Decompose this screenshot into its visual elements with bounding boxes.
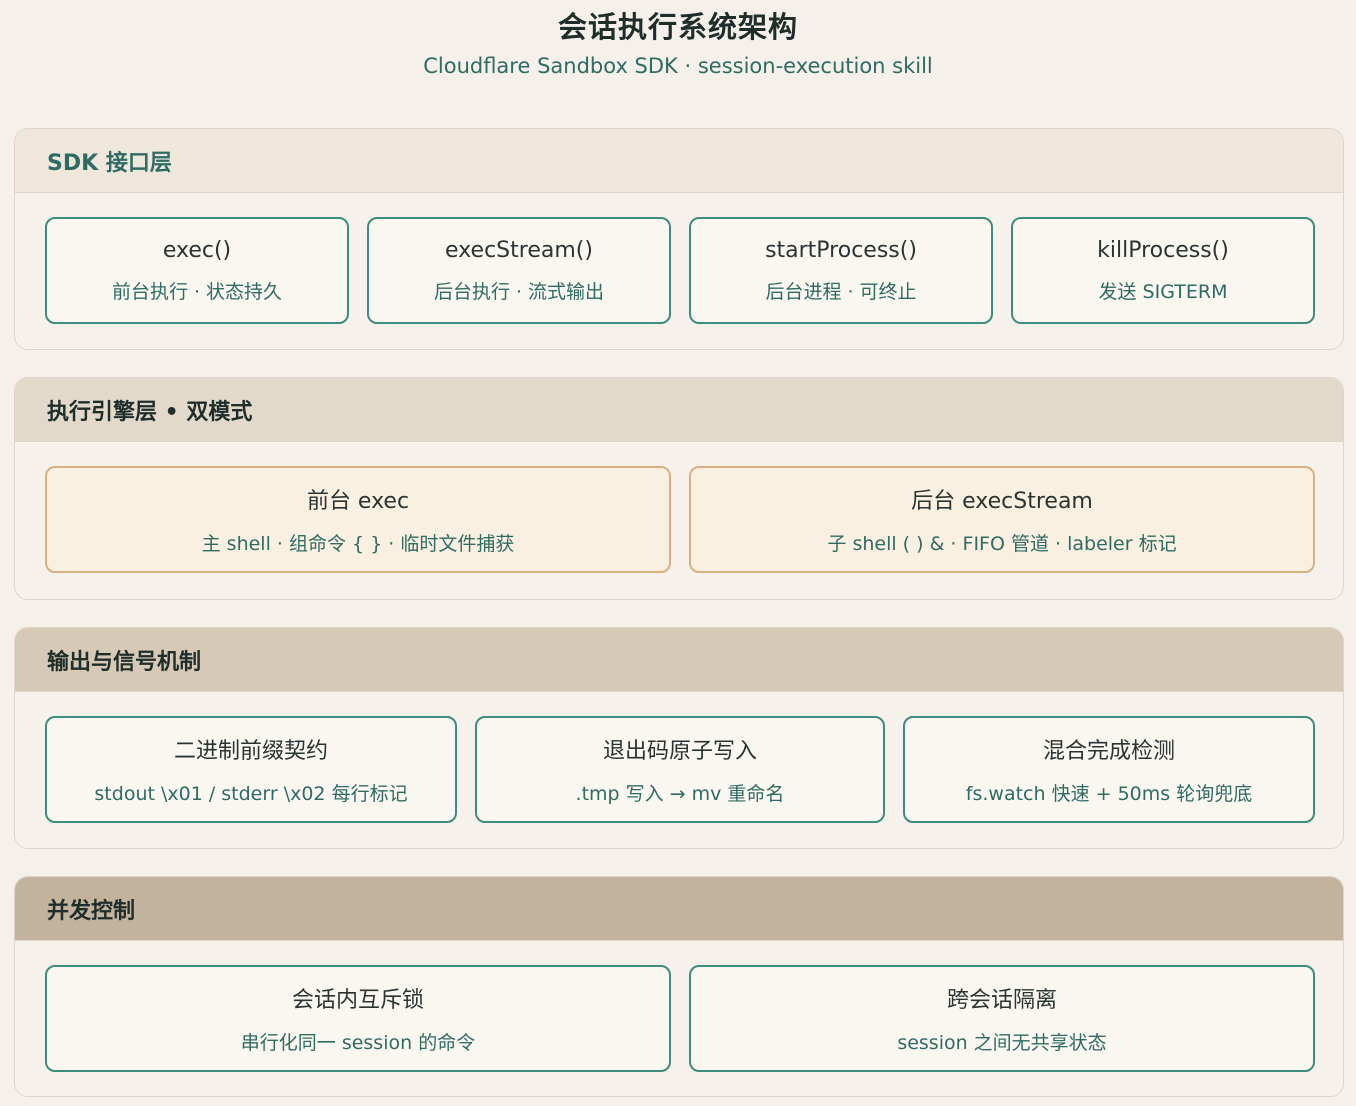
box-title: 前台 exec <box>306 489 410 514</box>
box-desc: session 之间无共享状态 <box>897 1032 1107 1054</box>
box-title: exec() <box>162 237 232 263</box>
layer-title: 执行引擎层 • 双模式 <box>15 378 1343 442</box>
box-desc: stdout \x01 / stderr \x02 每行标记 <box>94 783 408 805</box>
box-title: execStream() <box>445 237 593 263</box>
box-title: 后台 execStream <box>911 489 1093 514</box>
box-title: 跨会话隔离 <box>946 988 1057 1013</box>
box-desc: 发送 SIGTERM <box>1098 280 1228 303</box>
box-title: 混合完成检测 <box>1042 739 1175 764</box>
box-session-isolation: 跨会话隔离 session 之间无共享状态 <box>689 965 1315 1072</box>
box-desc: 后台进程 · 可终止 <box>765 280 917 303</box>
architecture-diagram: 会话执行系统架构 Cloudflare Sandbox SDK · sessio… <box>0 0 1356 1106</box>
box-killprocess: killProcess() 发送 SIGTERM <box>1011 217 1315 324</box>
box-title: 二进制前缀契约 <box>173 739 328 764</box>
layer-sdk-interface: SDK 接口层 exec() 前台执行 · 状态持久 execStream() … <box>14 128 1344 350</box>
box-desc: fs.watch 快速 + 50ms 轮询兜底 <box>965 783 1253 805</box>
box-binary-prefix: 二进制前缀契约 stdout \x01 / stderr \x02 每行标记 <box>45 716 457 823</box>
box-title: killProcess() <box>1097 237 1229 263</box>
page-title: 会话执行系统架构 <box>557 10 798 44</box>
box-title: 会话内互斥锁 <box>291 988 424 1013</box>
box-desc: 子 shell ( ) & · FIFO 管道 · labeler 标记 <box>827 533 1177 555</box>
box-desc: 串行化同一 session 的命令 <box>240 1032 476 1054</box>
box-exit-code: 退出码原子写入 .tmp 写入 → mv 重命名 <box>475 716 885 823</box>
box-execstream: execStream() 后台执行 · 流式输出 <box>367 217 671 324</box>
box-desc: .tmp 写入 → mv 重命名 <box>575 783 785 805</box>
box-startprocess: startProcess() 后台进程 · 可终止 <box>689 217 993 324</box>
box-title: startProcess() <box>765 237 917 263</box>
layer-execution-engine: 执行引擎层 • 双模式 前台 exec 主 shell · 组命令 { } · … <box>14 377 1344 600</box>
box-completion-detect: 混合完成检测 fs.watch 快速 + 50ms 轮询兜底 <box>903 716 1315 823</box>
box-exec: exec() 前台执行 · 状态持久 <box>45 217 349 324</box>
layer-title: SDK 接口层 <box>15 129 1343 193</box>
box-foreground-exec: 前台 exec 主 shell · 组命令 { } · 临时文件捕获 <box>45 466 671 573</box>
box-desc: 前台执行 · 状态持久 <box>111 280 283 303</box>
box-background-execstream: 后台 execStream 子 shell ( ) & · FIFO 管道 · … <box>689 466 1315 573</box>
layer-concurrency: 并发控制 会话内互斥锁 串行化同一 session 的命令 跨会话隔离 sess… <box>14 876 1344 1097</box>
box-desc: 后台执行 · 流式输出 <box>433 280 605 303</box>
layer-output-signal: 输出与信号机制 二进制前缀契约 stdout \x01 / stderr \x0… <box>14 627 1344 849</box>
box-session-mutex: 会话内互斥锁 串行化同一 session 的命令 <box>45 965 671 1072</box>
box-desc: 主 shell · 组命令 { } · 临时文件捕获 <box>201 533 515 555</box>
layer-title: 输出与信号机制 <box>15 628 1343 692</box>
layer-title: 并发控制 <box>15 877 1343 941</box>
page-subtitle: Cloudflare Sandbox SDK · session-executi… <box>423 54 933 78</box>
box-title: 退出码原子写入 <box>602 739 757 764</box>
